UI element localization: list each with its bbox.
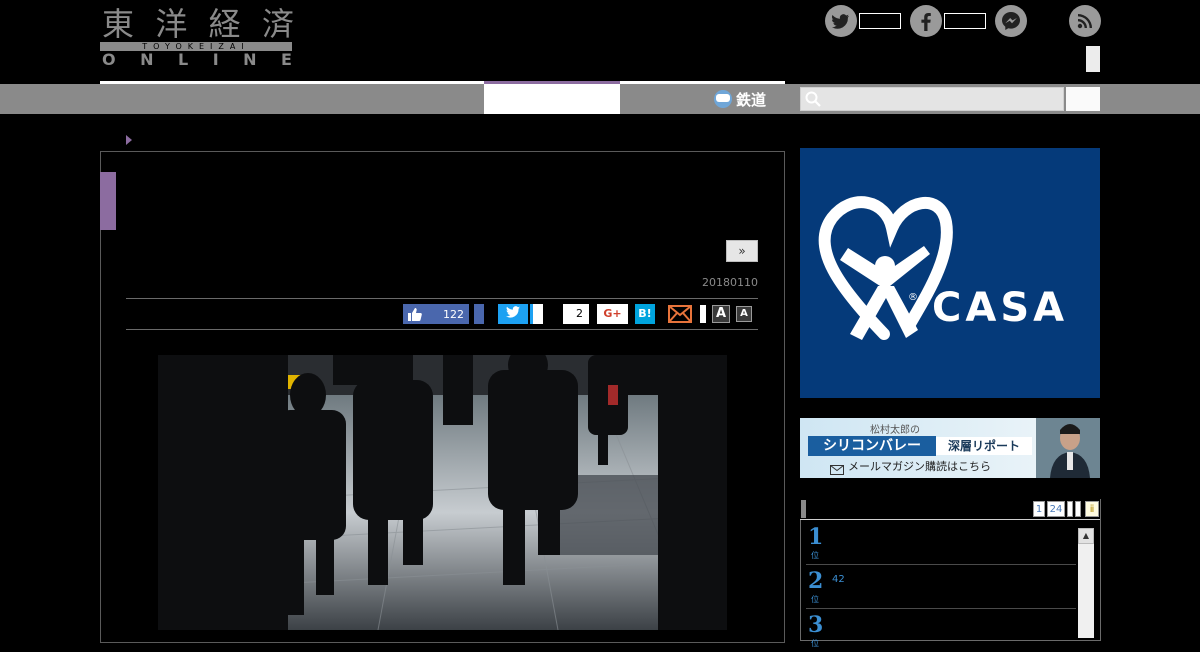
site-logo[interactable]: 東 洋 経 済: [102, 4, 294, 44]
like-count: 122: [443, 307, 464, 321]
font-size-large-button[interactable]: A: [712, 305, 730, 323]
facebook-like-button[interactable]: 122: [403, 304, 469, 324]
casa-brand: CASA: [932, 285, 1069, 331]
banner-cta: メールマガジン購読はこちら: [848, 460, 991, 473]
nav-tab-active[interactable]: [484, 84, 620, 114]
tweet-button[interactable]: [498, 304, 528, 324]
casa-registered: ®: [908, 292, 918, 303]
logo-online-char: L: [178, 50, 189, 69]
facebook-icon[interactable]: [910, 5, 942, 37]
ranking-page-tab[interactable]: [1075, 501, 1081, 517]
rank-number: 2: [808, 568, 824, 594]
ranking-scrollbar[interactable]: [1078, 528, 1094, 638]
breadcrumb-arrow-icon: [126, 135, 132, 145]
article-date: 20180110: [702, 276, 758, 289]
logo-online-char: O: [102, 50, 116, 69]
logo-char: 経: [208, 5, 241, 43]
rank-suffix: 位: [811, 639, 819, 648]
twitter-icon[interactable]: [825, 5, 857, 37]
banner-subtitle: 深層リポート: [936, 437, 1032, 455]
article-photo: [158, 355, 727, 630]
logo-romaji: TOYOKEIZAI: [100, 42, 292, 51]
facebook-count: [944, 13, 986, 29]
rank-number: 1: [808, 524, 824, 550]
envelope-icon: [830, 460, 844, 475]
ranking-page-alt[interactable]: ⅱ: [1085, 501, 1099, 517]
tweet-count: [530, 304, 543, 324]
logo-online-char: N: [243, 50, 257, 69]
ranking-row[interactable]: 2 位 42: [806, 564, 1076, 609]
hatena-bookmark-button[interactable]: B!: [635, 304, 655, 324]
like-share-button[interactable]: [474, 304, 484, 324]
logo-online-char: N: [140, 50, 154, 69]
banner-title: シリコンバレー: [808, 436, 936, 456]
share-counter-box: [700, 305, 706, 323]
search-icon: [804, 90, 822, 108]
nav-tab-rail[interactable]: 鉄道: [714, 86, 766, 112]
rss-icon[interactable]: [1069, 5, 1101, 37]
nav-tab-rail-label: 鉄道: [736, 90, 767, 109]
rank-suffix: 位: [811, 551, 819, 560]
divider: [126, 329, 758, 330]
ad-casa-banner[interactable]: ® CASA: [800, 148, 1100, 398]
search-input[interactable]: [800, 87, 1064, 111]
rank-number: 3: [808, 612, 824, 638]
twitter-bird-icon: [506, 306, 520, 318]
logo-online-char: E: [281, 50, 292, 69]
logo-char: 東: [102, 5, 135, 43]
logo-char: 済: [261, 5, 294, 43]
mail-icon[interactable]: [668, 305, 692, 323]
ranking-row[interactable]: 3 位: [806, 608, 1076, 652]
rank-suffix: 位: [811, 595, 819, 604]
logo-char: 洋: [155, 5, 188, 43]
font-size-small-button[interactable]: A: [736, 306, 752, 322]
twitter-count: [859, 13, 901, 29]
ranking-page-24[interactable]: 24: [1047, 501, 1065, 517]
google-plus-button[interactable]: G+: [597, 304, 628, 324]
article-category-marker: [100, 172, 116, 230]
search-button[interactable]: [1066, 87, 1100, 111]
header-side-tab[interactable]: [1086, 46, 1100, 72]
newsletter-banner[interactable]: 松村太郎の シリコンバレー 深層リポート メールマガジン購読はこちら: [800, 418, 1100, 478]
banner-author: 松村太郎の: [870, 425, 920, 436]
author-photo: [1036, 418, 1100, 478]
ranking-row[interactable]: 1 位: [806, 520, 1076, 565]
next-page-button[interactable]: »: [726, 240, 758, 262]
hatena-count: 2: [555, 304, 589, 324]
train-icon: [714, 90, 732, 108]
scroll-up-arrow-icon[interactable]: ▲: [1078, 528, 1094, 544]
ranking-page-tab[interactable]: [1067, 501, 1073, 517]
thumbs-up-icon: [408, 307, 422, 321]
logo-online-char: I: [212, 50, 219, 69]
ranking-header-marker: [801, 500, 806, 518]
rank-value: 42: [832, 574, 845, 585]
ranking-page-1[interactable]: 1: [1033, 501, 1045, 517]
divider: [126, 298, 758, 299]
logo-online: O N L I N E: [102, 52, 292, 68]
messenger-icon[interactable]: [995, 5, 1027, 37]
